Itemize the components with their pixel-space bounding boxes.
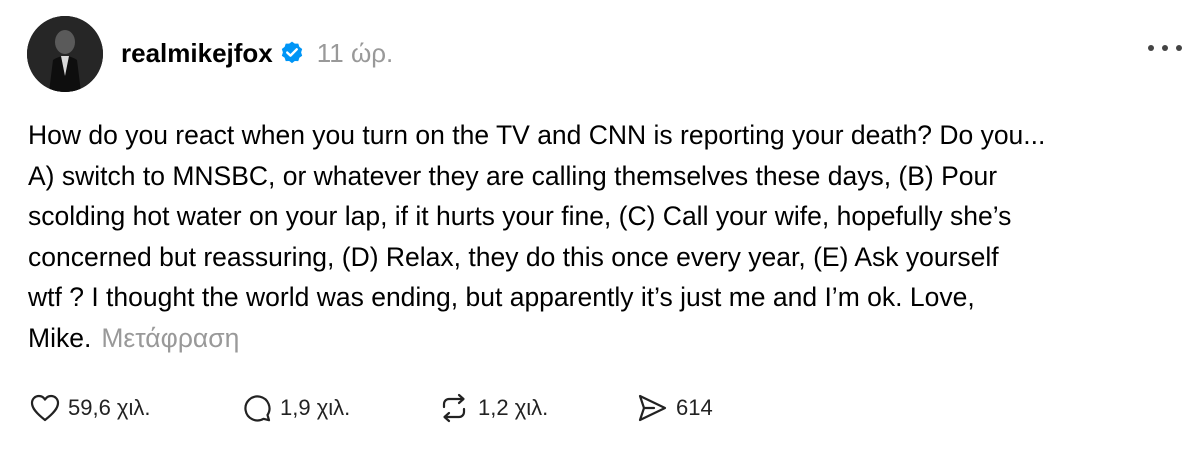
heart-icon bbox=[30, 394, 60, 422]
reply-count: 1,9 χιλ. bbox=[280, 395, 351, 420]
reply-button[interactable]: 1,9 χιλ. bbox=[242, 388, 350, 428]
share-count: 614 bbox=[676, 395, 713, 420]
username[interactable]: realmikejfox bbox=[121, 38, 273, 69]
share-button[interactable]: 614 bbox=[636, 388, 713, 428]
post-body-line: How do you react when you turn on the TV… bbox=[28, 120, 1046, 150]
more-options-icon[interactable] bbox=[1148, 42, 1182, 54]
repost-button[interactable]: 1,2 χιλ. bbox=[438, 388, 548, 428]
action-bar: 59,6 χιλ. 1,9 χιλ. 1,2 χιλ. 614 bbox=[30, 388, 1130, 428]
post-body-line: wtf ? I thought the world was ending, bu… bbox=[28, 282, 975, 312]
post-header: realmikejfox 11 ώρ. bbox=[121, 33, 393, 73]
send-icon bbox=[638, 394, 667, 422]
dot bbox=[1162, 45, 1168, 51]
repost-count: 1,2 χιλ. bbox=[478, 395, 549, 420]
repost-arrows-icon bbox=[442, 393, 466, 423]
post-card: realmikejfox 11 ώρ. How do you react whe… bbox=[0, 0, 1200, 458]
post-body-line: A) switch to MNSBC, or whatever they are… bbox=[28, 160, 998, 191]
avatar-image bbox=[27, 16, 103, 92]
dot bbox=[1176, 45, 1182, 51]
comment-bubble-icon bbox=[244, 395, 271, 422]
translate-link[interactable]: Μετάφραση bbox=[101, 323, 239, 353]
post-body-last-line: Mike. Μετάφραση bbox=[28, 318, 1178, 359]
post-body-line: scolding hot water on your lap, if it hu… bbox=[28, 201, 1012, 231]
post-timestamp[interactable]: 11 ώρ. bbox=[317, 38, 394, 69]
verified-badge-icon bbox=[279, 40, 305, 66]
like-count: 59,6 χιλ. bbox=[68, 395, 151, 420]
post-body-line: concerned but reassuring, (D) Relax, the… bbox=[28, 241, 999, 272]
like-button[interactable]: 59,6 χιλ. bbox=[30, 388, 150, 428]
post-body: How do you react when you turn on the TV… bbox=[28, 115, 1178, 358]
post-body-signature: Mike. bbox=[28, 322, 92, 353]
dot bbox=[1148, 45, 1154, 51]
avatar[interactable] bbox=[27, 16, 103, 92]
